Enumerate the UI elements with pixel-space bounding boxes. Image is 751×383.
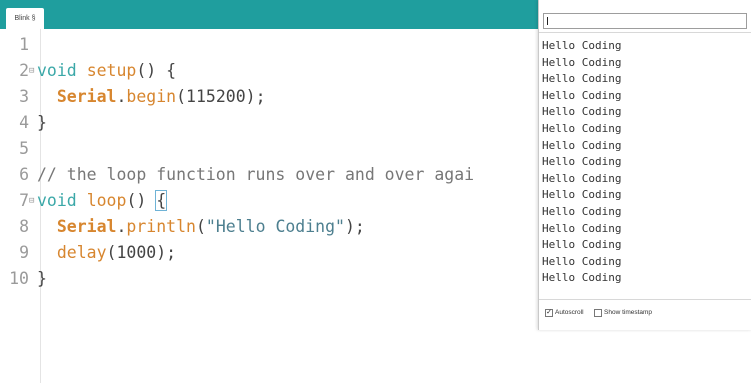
code-line[interactable]: 10} <box>0 266 545 292</box>
code-line[interactable]: 4} <box>0 110 545 136</box>
code-token: (1000); <box>106 243 177 262</box>
code-token: setup <box>86 61 137 80</box>
autoscroll-checkbox[interactable]: ✓ <box>545 309 553 317</box>
fold-toggle-icon[interactable]: ⊟ <box>29 58 37 84</box>
code-line[interactable]: 6 // the loop function runs over and over… <box>0 162 545 188</box>
line-number: 2 <box>19 61 29 80</box>
line-number: 4 <box>19 113 29 132</box>
line-number: 7 <box>19 191 29 210</box>
code-token: Serial <box>56 217 117 236</box>
code-token: println <box>126 217 196 236</box>
code-line[interactable]: 7⊟ void loop() { <box>0 188 545 214</box>
autoscroll-label: Autoscroll <box>555 309 584 316</box>
serial-output-line: Hello Coding <box>542 254 622 268</box>
serial-output-line: Hello Coding <box>542 155 622 169</box>
line-number: 8 <box>19 217 29 236</box>
serial-monitor-footer: ✓ Autoscroll Show timestamp <box>539 300 751 328</box>
code-token: void <box>37 191 77 210</box>
line-number: 6 <box>19 165 29 184</box>
code-token: void <box>37 61 77 80</box>
code-string: "Hello Coding" <box>205 217 345 236</box>
serial-output-line: Hello Coding <box>542 205 622 218</box>
code-line[interactable]: 3 Serial.begin(115200); <box>0 84 545 110</box>
code-token: begin <box>126 87 177 106</box>
fold-toggle-icon[interactable]: ⊟ <box>29 188 37 214</box>
serial-output-line: Hello Coding <box>542 105 622 119</box>
code-token: } <box>37 269 47 288</box>
code-line[interactable]: 8 Serial.println("Hello Coding"); <box>0 214 545 240</box>
serial-output-area[interactable]: Hello Coding Hello Coding Hello Coding Hell… <box>539 32 751 300</box>
serial-output-line: Hello Coding <box>542 55 622 69</box>
serial-monitor-window: Hello Coding Hello Coding Hello Coding Hell… <box>538 0 751 330</box>
code-token: (115200); <box>176 87 266 106</box>
line-number: 10 <box>9 269 29 288</box>
code-line[interactable]: 2⊟ void setup() { <box>0 58 545 84</box>
code-token: delay <box>56 243 107 262</box>
code-token: loop <box>86 191 127 210</box>
code-line[interactable]: 1 <box>0 32 545 58</box>
serial-output-line: Hello Coding <box>542 88 622 102</box>
serial-output-line: Hello Coding <box>542 39 622 52</box>
code-token: . <box>116 87 127 106</box>
serial-send-input[interactable] <box>543 13 747 29</box>
code-token: ); <box>344 217 365 236</box>
text-caret <box>547 17 548 25</box>
serial-output-line: Hello Coding <box>542 122 622 135</box>
serial-output-line: Hello Coding <box>542 221 622 235</box>
code-line[interactable]: 5 <box>0 136 545 162</box>
line-number: 3 <box>19 87 29 106</box>
serial-output-line: Hello Coding <box>542 238 622 252</box>
code-token: . <box>116 217 127 236</box>
show-timestamp-label: Show timestamp <box>604 309 653 316</box>
line-number: 9 <box>19 243 29 262</box>
serial-output-line: Hello Coding <box>542 171 622 185</box>
serial-output-line: Hello Coding <box>542 271 622 285</box>
code-comment: // the loop function runs over and over … <box>37 165 475 184</box>
code-token: () <box>126 191 157 210</box>
code-token: ( <box>195 217 206 236</box>
serial-output-line: Hello Coding <box>542 188 622 202</box>
line-number: 5 <box>19 139 29 158</box>
serial-output-line: Hello Coding <box>542 72 622 86</box>
code-line[interactable]: 9 delay(1000); <box>0 240 545 266</box>
code-token: Serial <box>56 87 117 106</box>
editor-tab-bar: Blink § <box>0 0 545 29</box>
code-token: () { <box>136 61 177 80</box>
show-timestamp-checkbox[interactable] <box>594 309 602 317</box>
serial-output-line: Hello Coding <box>542 138 622 152</box>
code-token: { <box>155 190 168 211</box>
line-number: 1 <box>19 35 29 54</box>
code-token: } <box>37 113 47 132</box>
tab-blink[interactable]: Blink § <box>6 8 44 29</box>
